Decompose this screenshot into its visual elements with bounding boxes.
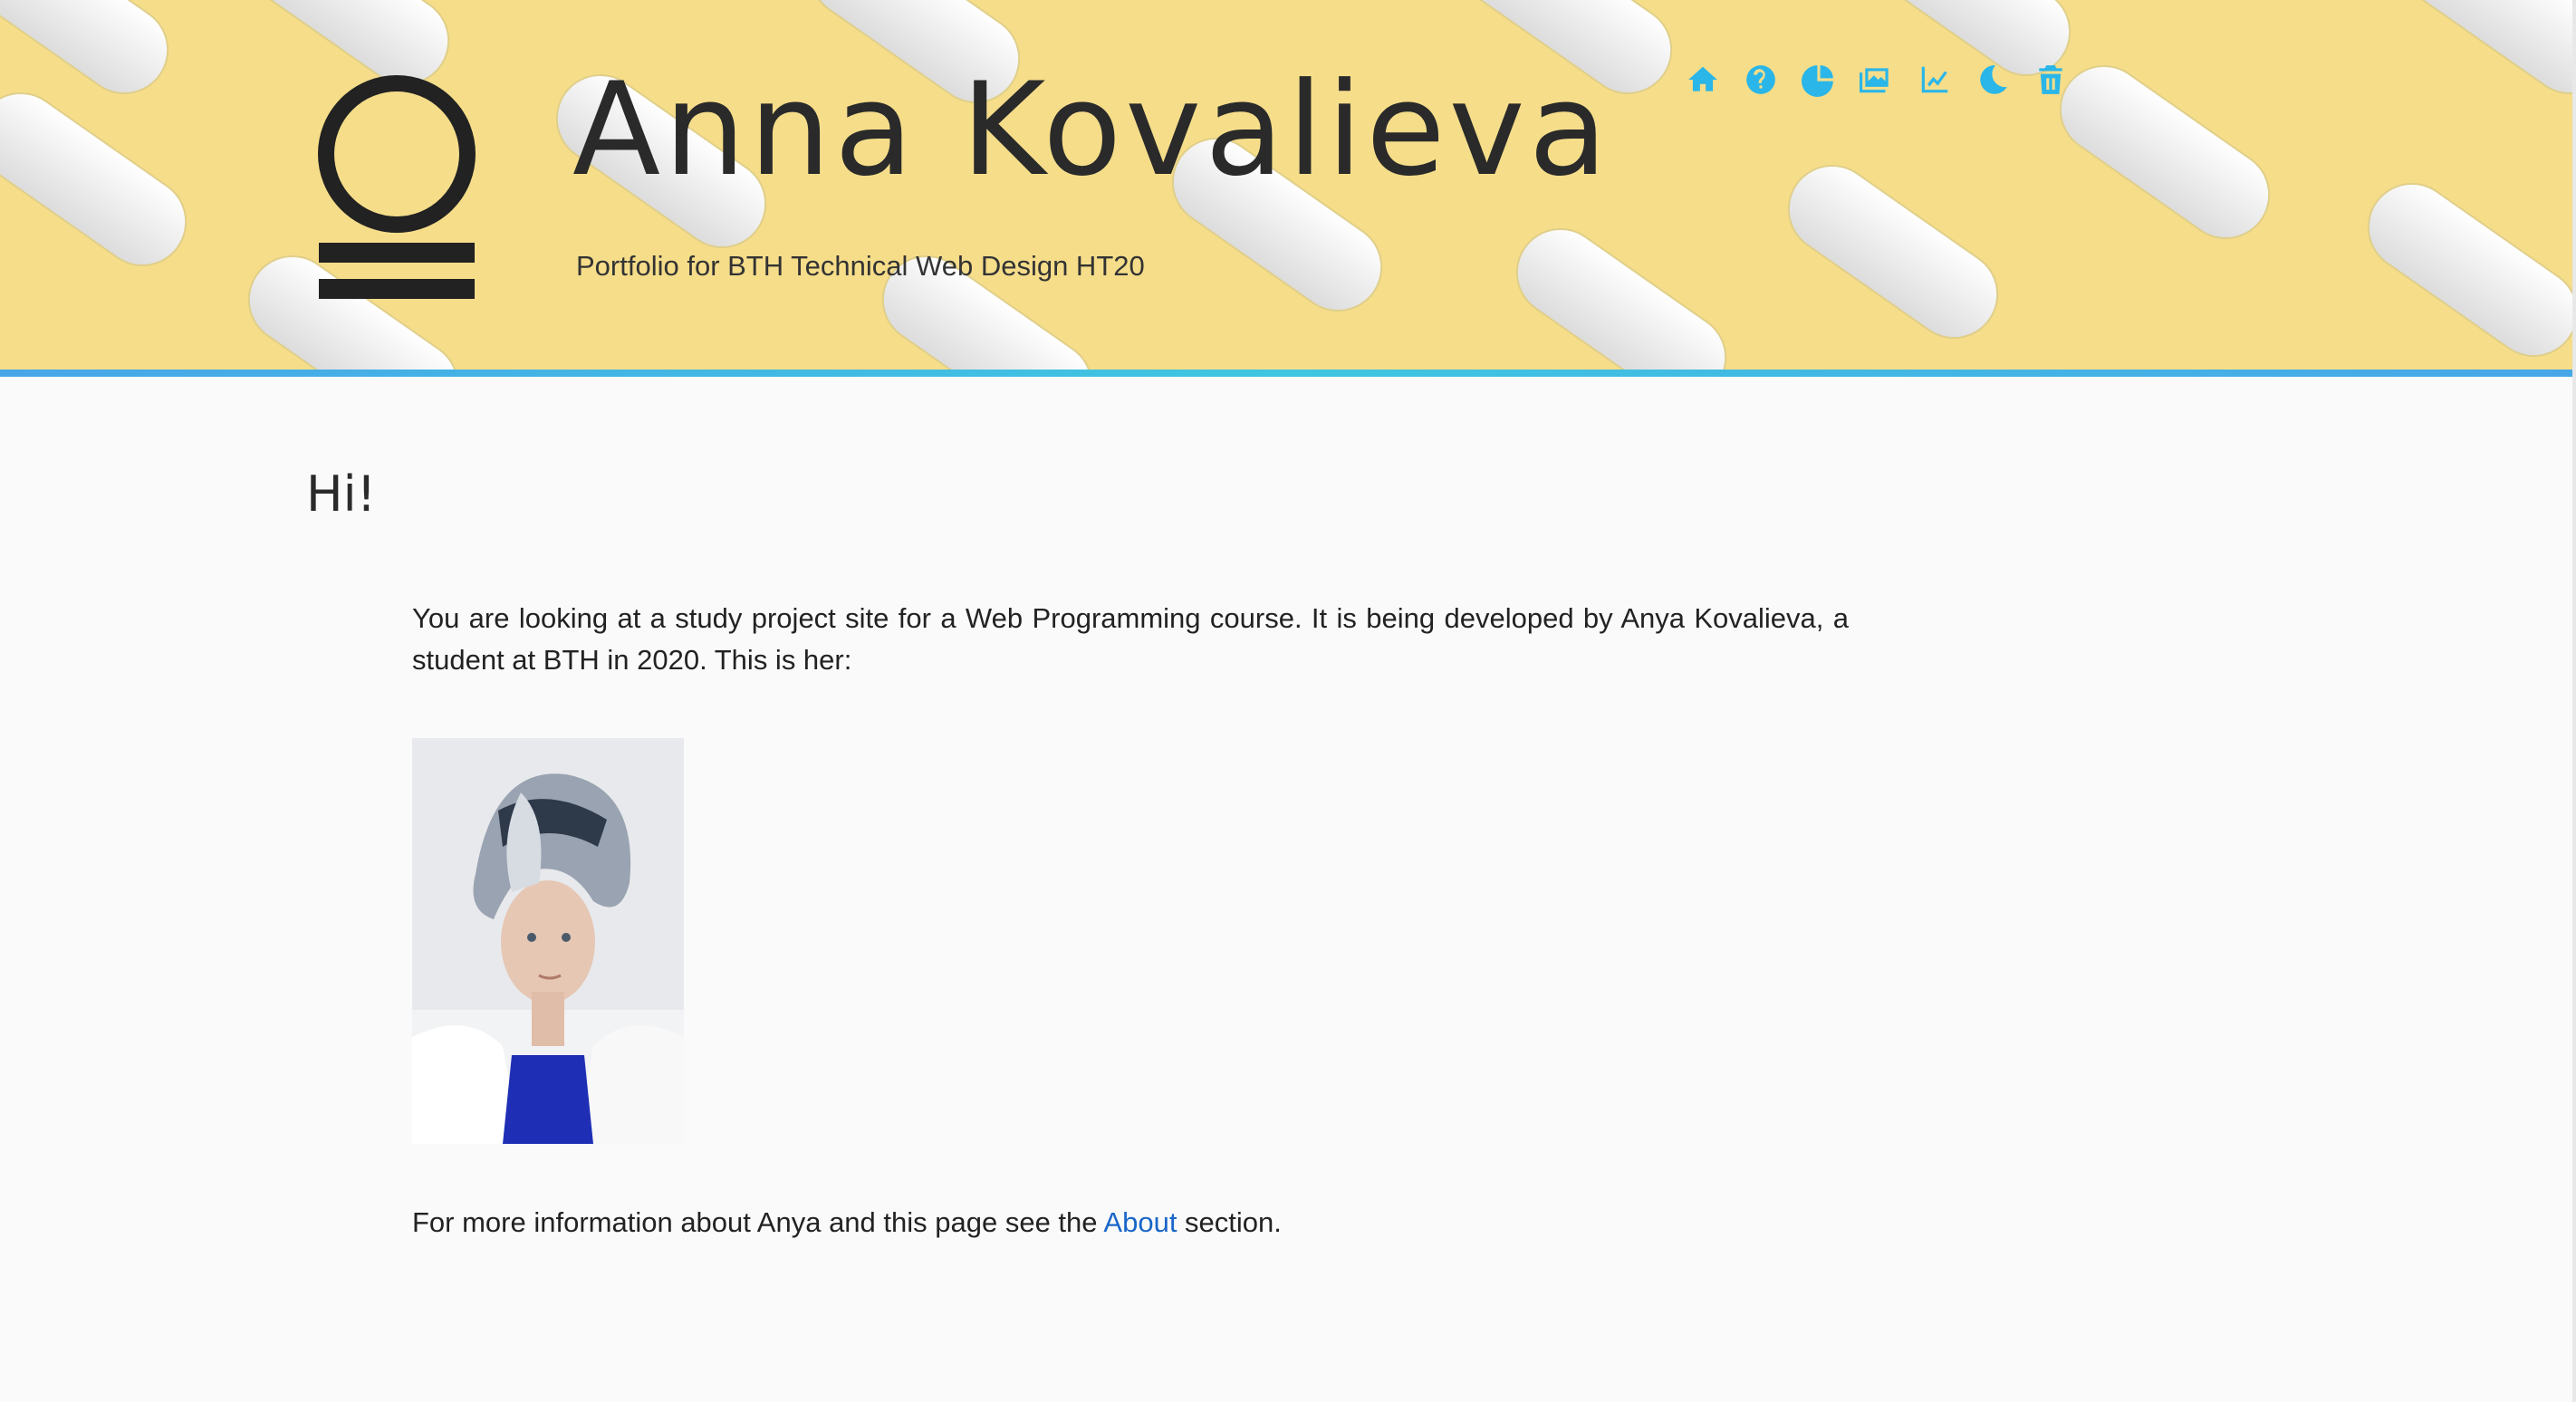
home-icon	[1688, 66, 1717, 91]
chart-line-icon	[1921, 66, 1948, 93]
site-title: Anna Kovalieva	[572, 55, 1611, 205]
intro-paragraph: You are looking at a study project site …	[412, 602, 1849, 676]
portrait-image	[412, 738, 684, 1144]
trash-icon	[2039, 65, 2062, 94]
images-icon	[1860, 68, 1889, 93]
top-navbar	[1674, 60, 2080, 100]
site-subtitle: Portfolio for BTH Technical Web Design H…	[576, 250, 1145, 282]
nav-clear[interactable]	[2022, 60, 2080, 100]
nav-report[interactable]	[1790, 60, 1848, 100]
about-link[interactable]: About	[1103, 1206, 1177, 1238]
more-info-paragraph: For more information about Anya and this…	[412, 1202, 1282, 1244]
more-info-suffix: section.	[1177, 1206, 1282, 1238]
nav-help[interactable]	[1732, 60, 1790, 100]
portrait-photo	[412, 738, 684, 1144]
nav-home[interactable]	[1674, 60, 1732, 100]
pie-chart-icon	[1802, 65, 1833, 97]
nav-dark-mode[interactable]	[1964, 60, 2022, 100]
question-circle-icon	[1746, 65, 1775, 94]
page-scrollbar[interactable]	[2572, 0, 2576, 1402]
nav-stats[interactable]	[1906, 60, 1964, 100]
nav-gallery[interactable]	[1848, 60, 1906, 100]
site-header: Anna Kovalieva Portfolio for BTH Technic…	[0, 0, 2576, 370]
page-heading: Hi!	[306, 466, 377, 523]
more-info-prefix: For more information about Anya and this…	[412, 1206, 1104, 1238]
logo-icon	[318, 75, 476, 299]
header-accent-line	[0, 370, 2576, 377]
moon-icon	[1980, 65, 2007, 94]
